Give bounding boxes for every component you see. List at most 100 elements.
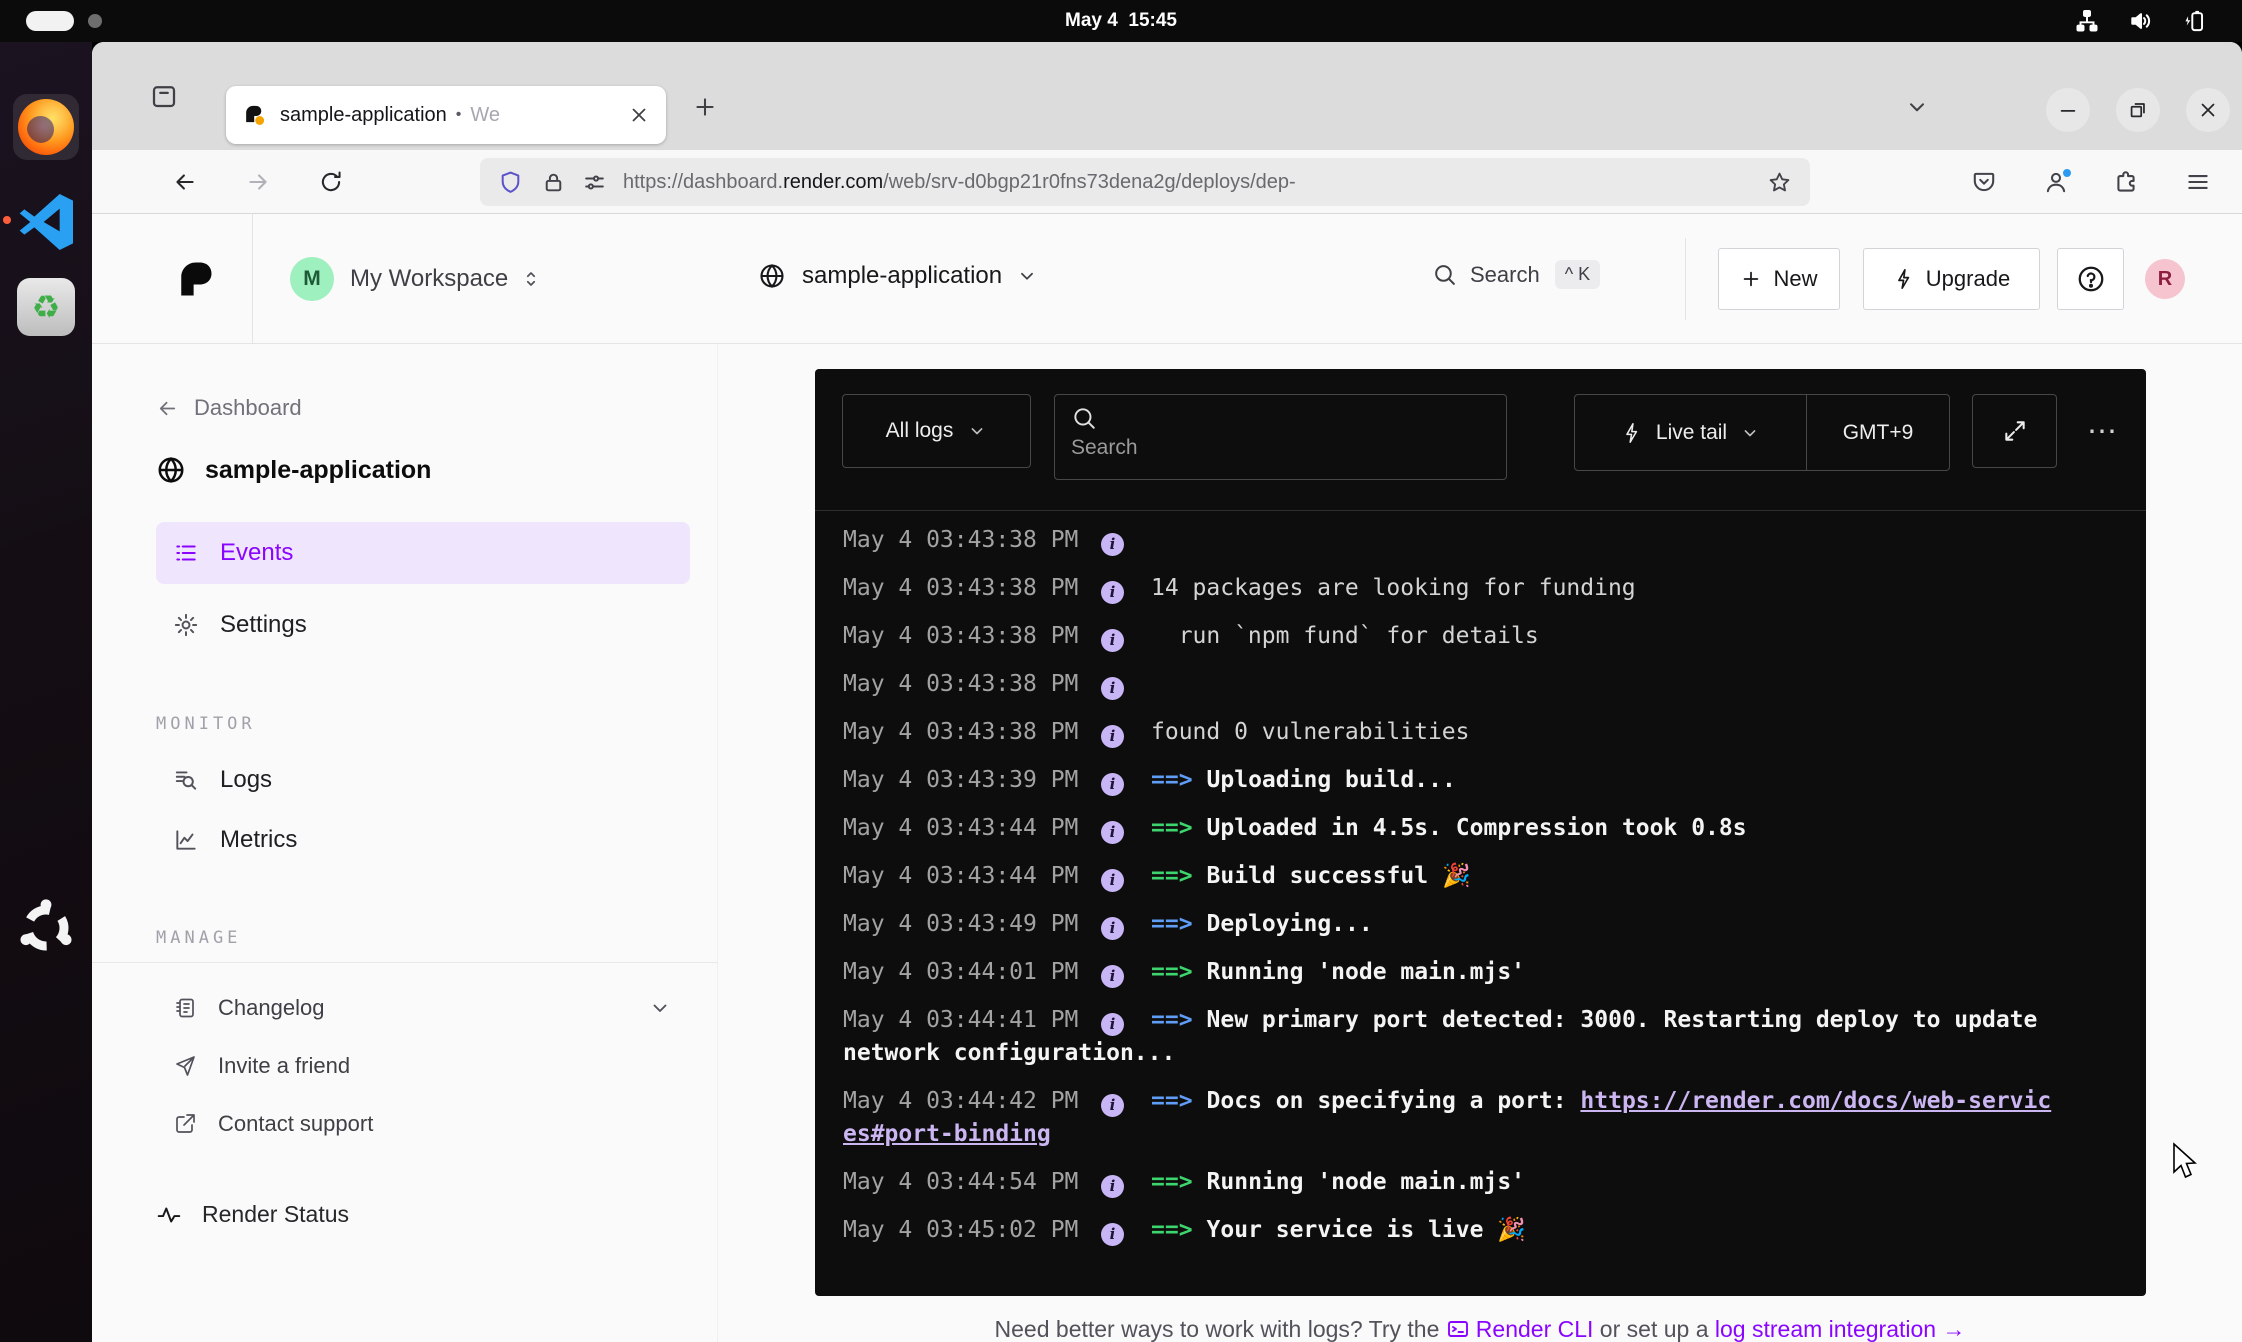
workspace-selector[interactable]: M My Workspace [290, 257, 542, 301]
log-output[interactable]: May 4 03:43:38 PMiMay 4 03:43:38 PMi14 p… [815, 511, 2146, 1296]
tracking-shield-icon[interactable] [498, 170, 523, 195]
info-icon: i [1101, 773, 1124, 796]
back-arrow-icon [172, 169, 198, 195]
nav-divider [252, 214, 253, 344]
minimize-button[interactable] [2046, 88, 2090, 132]
info-icon: i [1101, 821, 1124, 844]
sidebar-back-dashboard[interactable]: Dashboard [156, 390, 717, 426]
user-avatar[interactable]: R [2145, 259, 2185, 299]
render-logo[interactable] [173, 257, 217, 301]
service-selector[interactable]: sample-application [758, 262, 1038, 290]
app-menu-button[interactable] [2175, 159, 2221, 205]
sidebar-service-name[interactable]: sample-application [156, 448, 717, 492]
lightning-bolt-icon [1893, 268, 1915, 290]
bookmark-star-icon[interactable] [1767, 170, 1792, 195]
live-tail-dropdown[interactable]: Live tail [1575, 395, 1806, 470]
sidebar-section-manage: MANAGE [156, 928, 717, 948]
log-search-placeholder: Search [1071, 436, 1138, 460]
info-icon: i [1101, 533, 1124, 556]
workspace-avatar: M [290, 257, 334, 301]
tab-close-icon[interactable] [628, 104, 650, 126]
back-button[interactable] [162, 159, 208, 205]
log-arrow: ==> [1151, 863, 1193, 889]
sidebar-item-events[interactable]: Events [156, 522, 690, 584]
log-search-input[interactable]: Search [1054, 394, 1507, 480]
tab-title-truncated: We [470, 104, 500, 127]
log-message: Uploading build... [1207, 767, 1456, 793]
log-arrow: ==> [1151, 911, 1193, 937]
log-overflow-menu[interactable]: ⋯ [2087, 394, 2120, 468]
reload-button[interactable] [308, 159, 354, 205]
sidebar-item-settings[interactable]: Settings [156, 594, 690, 656]
browser-tab[interactable]: sample-application • We [226, 86, 666, 144]
log-filter-dropdown[interactable]: All logs [842, 394, 1031, 468]
log-message: Uploaded in 4.5s. Compression took 0.8s [1207, 815, 1747, 841]
url-text[interactable]: https://dashboard.render.com/web/srv-d0b… [623, 171, 1296, 194]
sidebar-toggle-button[interactable] [144, 76, 184, 116]
log-stream-integration-link[interactable]: log stream integration → [1715, 1316, 1966, 1342]
search-icon [1432, 262, 1457, 287]
forward-button[interactable] [235, 159, 281, 205]
external-link-icon [173, 1112, 197, 1136]
pocket-button[interactable] [1961, 159, 2007, 205]
render-cli-link[interactable]: Render CLI [1476, 1316, 1594, 1342]
timezone-button[interactable]: GMT+9 [1807, 395, 1949, 470]
log-row: May 4 03:43:39 PMi==>Uploading build... [843, 764, 2122, 797]
close-window-button[interactable] [2186, 88, 2230, 132]
url-bar[interactable]: https://dashboard.render.com/web/srv-d0b… [480, 158, 1810, 206]
permissions-sliders-icon[interactable] [582, 170, 607, 195]
footer-text: Need better ways to work with logs? Try … [995, 1316, 1446, 1342]
chevron-down-icon [967, 421, 987, 441]
new-button-label: New [1773, 266, 1817, 292]
new-tab-button[interactable] [692, 94, 718, 120]
list-tabs-chevron-icon[interactable] [1904, 94, 1930, 120]
events-icon [173, 540, 199, 566]
render-favicon [242, 102, 268, 128]
sidebar-item-render-status[interactable]: Render Status [156, 1201, 717, 1228]
log-viewer-panel: All logs Search Live tail [815, 369, 2146, 1296]
gear-icon [173, 612, 199, 638]
expand-logs-button[interactable] [1972, 394, 2057, 468]
terminal-icon [1446, 1317, 1470, 1341]
ubuntu-logo-icon[interactable] [16, 898, 76, 958]
sidebar-item-invite-a-friend[interactable]: Invite a friend [156, 1037, 690, 1095]
log-message: Build successful 🎉 [1207, 863, 1471, 889]
sidebar-item-changelog[interactable]: Changelog [156, 979, 690, 1037]
info-icon: i [1101, 965, 1124, 988]
extensions-button[interactable] [2103, 159, 2149, 205]
url-domain: render.com [783, 171, 883, 193]
lock-icon[interactable] [541, 170, 566, 195]
log-timestamp: May 4 03:43:38 PM [843, 524, 1101, 557]
log-message: Running 'node main.mjs' [1207, 1169, 1526, 1195]
new-button[interactable]: New [1718, 248, 1840, 310]
software-center-icon[interactable]: ♻ [17, 278, 75, 336]
sidebar-item-contact-support[interactable]: Contact support [156, 1095, 690, 1153]
info-icon: i [1101, 1223, 1124, 1246]
log-filter-label: All logs [886, 419, 954, 443]
sidebar-item-metrics[interactable]: Metrics [156, 810, 690, 870]
account-notification-dot [2061, 167, 2073, 179]
log-message: 14 packages are looking for funding [1151, 575, 1636, 601]
system-clock[interactable]: May 4 15:45 [0, 0, 2242, 42]
log-row: May 4 03:43:38 PMi [843, 524, 2122, 557]
tab-title: sample-application [280, 104, 447, 127]
help-button[interactable] [2057, 248, 2124, 310]
sidebar-divider [92, 962, 718, 963]
info-icon: i [1101, 917, 1124, 940]
upgrade-button[interactable]: Upgrade [1863, 248, 2040, 310]
log-timestamp: May 4 03:44:01 PM [843, 956, 1101, 989]
restore-window-button[interactable] [2116, 88, 2160, 132]
info-icon: i [1101, 1094, 1124, 1117]
pocket-icon [1971, 169, 1997, 195]
global-search[interactable]: Search ^ K [1432, 260, 1600, 289]
firefox-icon[interactable] [13, 94, 79, 160]
system-tray[interactable] [2074, 0, 2208, 42]
log-timestamp: May 4 03:43:38 PM [843, 572, 1101, 605]
chevron-down-icon [1016, 265, 1038, 287]
globe-icon [156, 455, 186, 485]
log-timestamp: May 4 03:44:42 PM [843, 1085, 1101, 1118]
sidebar-item-logs[interactable]: Logs [156, 750, 690, 810]
account-button[interactable] [2033, 159, 2079, 205]
log-timestamp: May 4 03:43:44 PM [843, 812, 1101, 845]
vscode-icon[interactable] [17, 190, 77, 250]
